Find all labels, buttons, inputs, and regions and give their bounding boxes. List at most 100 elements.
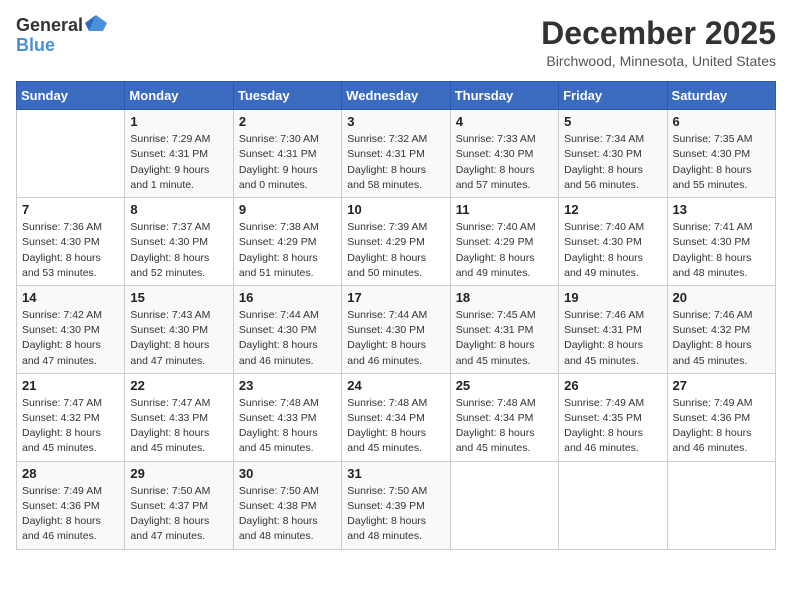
day-info: Sunrise: 7:36 AM Sunset: 4:30 PM Dayligh…: [22, 220, 119, 281]
calendar-cell: 18 Sunrise: 7:45 AM Sunset: 4:31 PM Dayli…: [450, 285, 558, 373]
calendar-week-row: 28 Sunrise: 7:49 AM Sunset: 4:36 PM Dayli…: [17, 461, 776, 549]
location-title: Birchwood, Minnesota, United States: [541, 53, 776, 69]
calendar-cell: 17 Sunrise: 7:44 AM Sunset: 4:30 PM Dayli…: [342, 285, 450, 373]
month-title: December 2025: [541, 16, 776, 51]
day-info: Sunrise: 7:50 AM Sunset: 4:39 PM Dayligh…: [347, 484, 444, 545]
day-number: 3: [347, 114, 444, 129]
day-number: 30: [239, 466, 336, 481]
day-info: Sunrise: 7:42 AM Sunset: 4:30 PM Dayligh…: [22, 308, 119, 369]
day-of-week-header: Tuesday: [233, 82, 341, 110]
day-info: Sunrise: 7:33 AM Sunset: 4:30 PM Dayligh…: [456, 132, 553, 193]
day-info: Sunrise: 7:49 AM Sunset: 4:36 PM Dayligh…: [22, 484, 119, 545]
day-info: Sunrise: 7:49 AM Sunset: 4:35 PM Dayligh…: [564, 396, 661, 457]
day-info: Sunrise: 7:40 AM Sunset: 4:30 PM Dayligh…: [564, 220, 661, 281]
logo-icon: [85, 13, 107, 35]
day-number: 18: [456, 290, 553, 305]
calendar-cell: 1 Sunrise: 7:29 AM Sunset: 4:31 PM Daylig…: [125, 110, 233, 198]
day-number: 16: [239, 290, 336, 305]
calendar-cell: 22 Sunrise: 7:47 AM Sunset: 4:33 PM Dayli…: [125, 373, 233, 461]
day-info: Sunrise: 7:50 AM Sunset: 4:38 PM Dayligh…: [239, 484, 336, 545]
calendar-cell: 13 Sunrise: 7:41 AM Sunset: 4:30 PM Dayli…: [667, 198, 775, 286]
calendar-cell: 23 Sunrise: 7:48 AM Sunset: 4:33 PM Dayli…: [233, 373, 341, 461]
day-info: Sunrise: 7:32 AM Sunset: 4:31 PM Dayligh…: [347, 132, 444, 193]
day-number: 14: [22, 290, 119, 305]
calendar-cell: 15 Sunrise: 7:43 AM Sunset: 4:30 PM Dayli…: [125, 285, 233, 373]
day-of-week-header: Saturday: [667, 82, 775, 110]
day-info: Sunrise: 7:37 AM Sunset: 4:30 PM Dayligh…: [130, 220, 227, 281]
day-info: Sunrise: 7:46 AM Sunset: 4:31 PM Dayligh…: [564, 308, 661, 369]
day-number: 6: [673, 114, 770, 129]
day-info: Sunrise: 7:48 AM Sunset: 4:34 PM Dayligh…: [456, 396, 553, 457]
calendar-cell: [450, 461, 558, 549]
calendar-week-row: 14 Sunrise: 7:42 AM Sunset: 4:30 PM Dayli…: [17, 285, 776, 373]
calendar-cell: 19Sunrise: 7:46 AM Sunset: 4:31 PM Dayli…: [559, 285, 667, 373]
logo-general: General: [16, 16, 83, 36]
day-info: Sunrise: 7:41 AM Sunset: 4:30 PM Dayligh…: [673, 220, 770, 281]
day-info: Sunrise: 7:39 AM Sunset: 4:29 PM Dayligh…: [347, 220, 444, 281]
day-info: Sunrise: 7:47 AM Sunset: 4:33 PM Dayligh…: [130, 396, 227, 457]
calendar-cell: 7 Sunrise: 7:36 AM Sunset: 4:30 PM Daylig…: [17, 198, 125, 286]
calendar-cell: 12 Sunrise: 7:40 AM Sunset: 4:30 PM Dayli…: [559, 198, 667, 286]
calendar-header-row: SundayMondayTuesdayWednesdayThursdayFrid…: [17, 82, 776, 110]
calendar-cell: 8Sunrise: 7:37 AM Sunset: 4:30 PM Daylig…: [125, 198, 233, 286]
day-number: 12: [564, 202, 661, 217]
calendar-cell: 6 Sunrise: 7:35 AM Sunset: 4:30 PM Daylig…: [667, 110, 775, 198]
day-number: 7: [22, 202, 119, 217]
calendar-cell: [559, 461, 667, 549]
day-info: Sunrise: 7:44 AM Sunset: 4:30 PM Dayligh…: [239, 308, 336, 369]
calendar-week-row: 7 Sunrise: 7:36 AM Sunset: 4:30 PM Daylig…: [17, 198, 776, 286]
day-info: Sunrise: 7:43 AM Sunset: 4:30 PM Dayligh…: [130, 308, 227, 369]
day-info: Sunrise: 7:29 AM Sunset: 4:31 PM Dayligh…: [130, 132, 227, 193]
day-info: Sunrise: 7:38 AM Sunset: 4:29 PM Dayligh…: [239, 220, 336, 281]
logo: General Blue: [16, 16, 107, 56]
day-info: Sunrise: 7:35 AM Sunset: 4:30 PM Dayligh…: [673, 132, 770, 193]
day-of-week-header: Sunday: [17, 82, 125, 110]
day-number: 2: [239, 114, 336, 129]
day-number: 20: [673, 290, 770, 305]
calendar-cell: 27Sunrise: 7:49 AM Sunset: 4:36 PM Dayli…: [667, 373, 775, 461]
day-number: 24: [347, 378, 444, 393]
day-number: 15: [130, 290, 227, 305]
day-of-week-header: Wednesday: [342, 82, 450, 110]
calendar-cell: 14 Sunrise: 7:42 AM Sunset: 4:30 PM Dayli…: [17, 285, 125, 373]
calendar-cell: 11Sunrise: 7:40 AM Sunset: 4:29 PM Dayli…: [450, 198, 558, 286]
day-number: 1: [130, 114, 227, 129]
day-of-week-header: Friday: [559, 82, 667, 110]
logo-blue: Blue: [16, 35, 55, 55]
calendar-cell: 4 Sunrise: 7:33 AM Sunset: 4:30 PM Daylig…: [450, 110, 558, 198]
calendar-cell: 5Sunrise: 7:34 AM Sunset: 4:30 PM Daylig…: [559, 110, 667, 198]
day-number: 22: [130, 378, 227, 393]
calendar-cell: [17, 110, 125, 198]
day-info: Sunrise: 7:45 AM Sunset: 4:31 PM Dayligh…: [456, 308, 553, 369]
day-number: 17: [347, 290, 444, 305]
day-number: 23: [239, 378, 336, 393]
calendar-week-row: 1 Sunrise: 7:29 AM Sunset: 4:31 PM Daylig…: [17, 110, 776, 198]
day-info: Sunrise: 7:49 AM Sunset: 4:36 PM Dayligh…: [673, 396, 770, 457]
calendar-cell: 31 Sunrise: 7:50 AM Sunset: 4:39 PM Dayli…: [342, 461, 450, 549]
day-number: 21: [22, 378, 119, 393]
calendar-cell: 28 Sunrise: 7:49 AM Sunset: 4:36 PM Dayli…: [17, 461, 125, 549]
day-number: 5: [564, 114, 661, 129]
day-info: Sunrise: 7:44 AM Sunset: 4:30 PM Dayligh…: [347, 308, 444, 369]
page-header: General Blue December 2025 Birchwood, Mi…: [16, 16, 776, 69]
day-number: 29: [130, 466, 227, 481]
day-of-week-header: Thursday: [450, 82, 558, 110]
day-number: 25: [456, 378, 553, 393]
calendar-body: 1 Sunrise: 7:29 AM Sunset: 4:31 PM Daylig…: [17, 110, 776, 549]
calendar-table: SundayMondayTuesdayWednesdayThursdayFrid…: [16, 81, 776, 549]
day-number: 4: [456, 114, 553, 129]
day-info: Sunrise: 7:40 AM Sunset: 4:29 PM Dayligh…: [456, 220, 553, 281]
calendar-cell: 29 Sunrise: 7:50 AM Sunset: 4:37 PM Dayli…: [125, 461, 233, 549]
day-number: 31: [347, 466, 444, 481]
day-number: 13: [673, 202, 770, 217]
calendar-cell: [667, 461, 775, 549]
calendar-cell: 25 Sunrise: 7:48 AM Sunset: 4:34 PM Dayli…: [450, 373, 558, 461]
calendar-cell: 2 Sunrise: 7:30 AM Sunset: 4:31 PM Daylig…: [233, 110, 341, 198]
calendar-cell: 3 Sunrise: 7:32 AM Sunset: 4:31 PM Daylig…: [342, 110, 450, 198]
day-info: Sunrise: 7:30 AM Sunset: 4:31 PM Dayligh…: [239, 132, 336, 193]
calendar-cell: 20Sunrise: 7:46 AM Sunset: 4:32 PM Dayli…: [667, 285, 775, 373]
day-info: Sunrise: 7:48 AM Sunset: 4:33 PM Dayligh…: [239, 396, 336, 457]
day-info: Sunrise: 7:47 AM Sunset: 4:32 PM Dayligh…: [22, 396, 119, 457]
day-number: 28: [22, 466, 119, 481]
day-info: Sunrise: 7:50 AM Sunset: 4:37 PM Dayligh…: [130, 484, 227, 545]
